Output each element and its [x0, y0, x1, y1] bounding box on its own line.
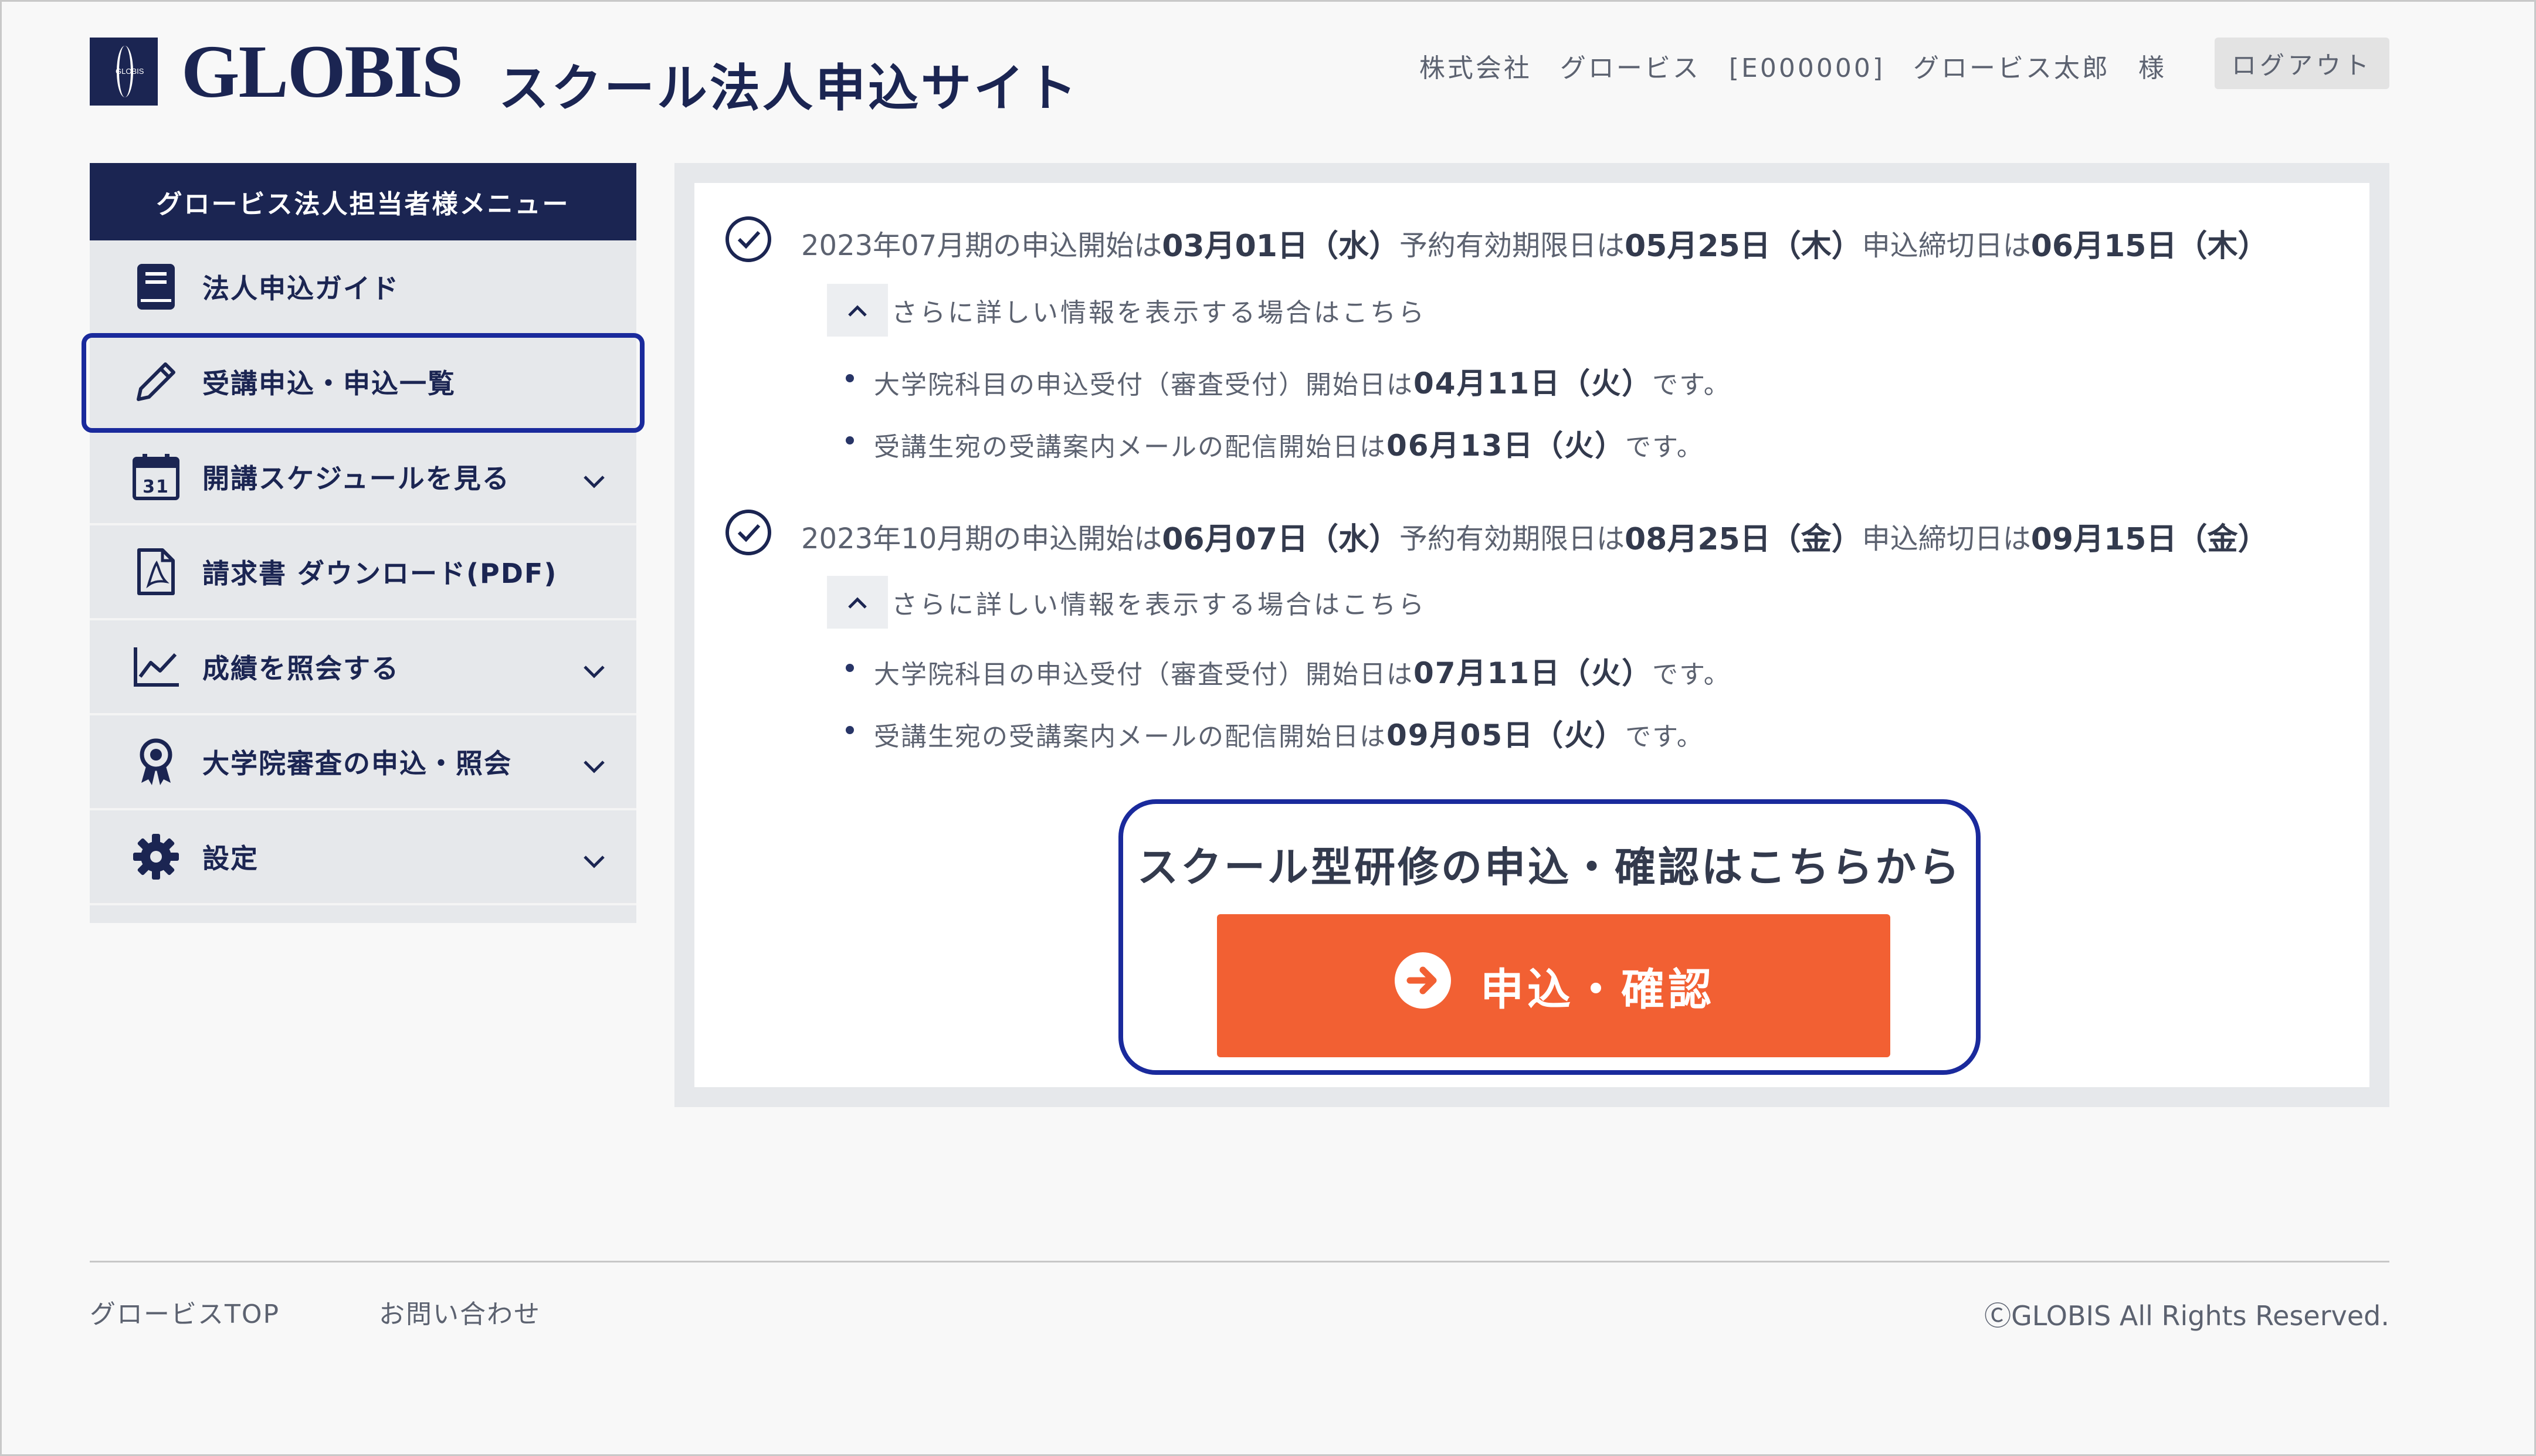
chevron-down-icon[interactable] [581, 464, 607, 496]
more-info-label[interactable]: さらに詳しい情報を表示する場合はこちら [891, 583, 1426, 621]
sidebar-item-label: 請求書 ダウンロード(PDF) [202, 558, 558, 589]
user-info: 株式会社 グロービス [E000000] グロービス太郎 様 [1419, 53, 2167, 83]
apply-confirm-label: 申込・確認 [1480, 964, 1715, 1015]
detail-item: 受講生宛の受講案内メールの配信開始日は09月05日（火）です。 [846, 712, 1704, 754]
period-expiry-date: 08月25日（金） [1625, 521, 1862, 557]
cta-highlight-box: スクール型研修の申込・確認はこちらから 申込・確認 [1118, 799, 1981, 1075]
more-info-label[interactable]: さらに詳しい情報を表示する場合はこちら [891, 291, 1426, 329]
calendar-day-text: 31 [143, 477, 169, 497]
logo-mark-icon: GLOBIS [90, 38, 158, 106]
sidebar-item-settings[interactable]: 設定 [90, 810, 636, 905]
sidebar-item-label: 大学院審査の申込・照会 [202, 748, 512, 779]
more-info-toggle[interactable]: さらに詳しい情報を表示する場合はこちら [827, 576, 1426, 629]
detail-item: 大学院科目の申込受付（審査受付）開始日は04月11日（火）です。 [846, 360, 1731, 402]
sidebar-item-label: 開講スケジュールを見る [202, 463, 510, 494]
period-start-date: 03月01日（水） [1162, 228, 1399, 264]
detail-item: 大学院科目の申込受付（審査受付）開始日は07月11日（火）です。 [846, 650, 1731, 692]
chevron-up-icon[interactable] [827, 284, 888, 337]
chart-line-icon [131, 642, 181, 692]
footer-link-globis-top[interactable]: グロービスTOP [90, 1293, 280, 1331]
sidebar-item-grades[interactable]: 成績を照会する [90, 620, 636, 715]
award-icon [131, 737, 181, 787]
logo-text: GLOBIS [181, 30, 463, 113]
sidebar-item-invoice-download[interactable]: 請求書 ダウンロード(PDF) [90, 525, 636, 620]
globis-logo[interactable]: GLOBIS GLOBIS [90, 30, 463, 113]
calendar-icon: 31 [131, 452, 181, 502]
logo-mark-text: GLOBIS [116, 67, 144, 76]
sidebar-title: グロービス法人担当者様メニュー [90, 163, 636, 240]
period-deadline-date: 09月15日（金） [2030, 521, 2269, 557]
main-content: 2023年07月期の申込開始は 03月01日（水） 予約有効期限日は 05月25日（木… [694, 183, 2369, 1087]
sidebar-item-application-list[interactable]: 受講申込・申込一覧 [82, 333, 645, 433]
site-title: スクール法人申込サイト [499, 59, 1079, 118]
period-deadline-date: 06月15日（木） [2030, 228, 2269, 264]
period-summary: 2023年10月期の申込開始は 06月07日（水） 予約有効期限日は 08月25日（金… [724, 508, 2268, 564]
sidebar-item-label: 成績を照会する [202, 653, 399, 684]
chevron-down-icon[interactable] [581, 749, 607, 781]
period-deadline-label: 申込締切日は [1862, 229, 2031, 262]
period-expiry-label: 予約有効期限日は [1399, 522, 1625, 555]
period-expiry-label: 予約有効期限日は [1399, 229, 1625, 262]
book-icon [131, 262, 181, 312]
check-circle-icon [724, 508, 773, 564]
sidebar-item-guide[interactable]: 法人申込ガイド [90, 240, 636, 335]
period-deadline-label: 申込締切日は [1862, 522, 2031, 555]
copyright-text: ⒸGLOBIS All Rights Reserved. [1984, 1300, 2389, 1332]
more-info-toggle[interactable]: さらに詳しい情報を表示する場合はこちら [827, 284, 1426, 337]
apply-confirm-button[interactable]: 申込・確認 [1217, 914, 1890, 1057]
gear-icon [131, 831, 181, 882]
sidebar-item-schedule[interactable]: 31 開講スケジュールを見る [90, 430, 636, 525]
period-prefix: 2023年10月期の申込開始は [801, 522, 1162, 555]
detail-item: 受講生宛の受講案内メールの配信開始日は06月13日（火）です。 [846, 422, 1704, 464]
sidebar-item-graduate-review[interactable]: 大学院審査の申込・照会 [90, 715, 636, 810]
pdf-icon [131, 547, 181, 597]
period-summary: 2023年07月期の申込開始は 03月01日（水） 予約有効期限日は 05月25日（木… [724, 215, 2268, 271]
sidebar-item-label: 受講申込・申込一覧 [202, 368, 456, 399]
sidebar-menu: グロービス法人担当者様メニュー 法人申込ガイド 受講申込・申込一覧 31 開講ス… [82, 163, 645, 923]
sidebar-item-label: 設定 [202, 843, 259, 874]
arrow-right-circle-icon [1392, 950, 1453, 1021]
chevron-down-icon[interactable] [581, 654, 607, 686]
check-circle-icon [724, 215, 773, 271]
period-expiry-date: 05月25日（木） [1625, 228, 1862, 264]
logout-button[interactable]: ログアウト [2215, 38, 2389, 89]
period-prefix: 2023年07月期の申込開始は [801, 229, 1162, 262]
footer-divider [90, 1261, 2389, 1262]
footer-link-contact[interactable]: お問い合わせ [379, 1293, 541, 1331]
pencil-icon [131, 357, 181, 407]
chevron-down-icon[interactable] [581, 844, 607, 876]
main-panel: 2023年07月期の申込開始は 03月01日（水） 予約有効期限日は 05月25日（木… [674, 163, 2389, 1107]
period-start-date: 06月07日（水） [1162, 521, 1399, 557]
cta-title: スクール型研修の申込・確認はこちらから [1137, 843, 1962, 891]
sidebar-item-label: 法人申込ガイド [202, 273, 399, 304]
chevron-up-icon[interactable] [827, 576, 888, 629]
